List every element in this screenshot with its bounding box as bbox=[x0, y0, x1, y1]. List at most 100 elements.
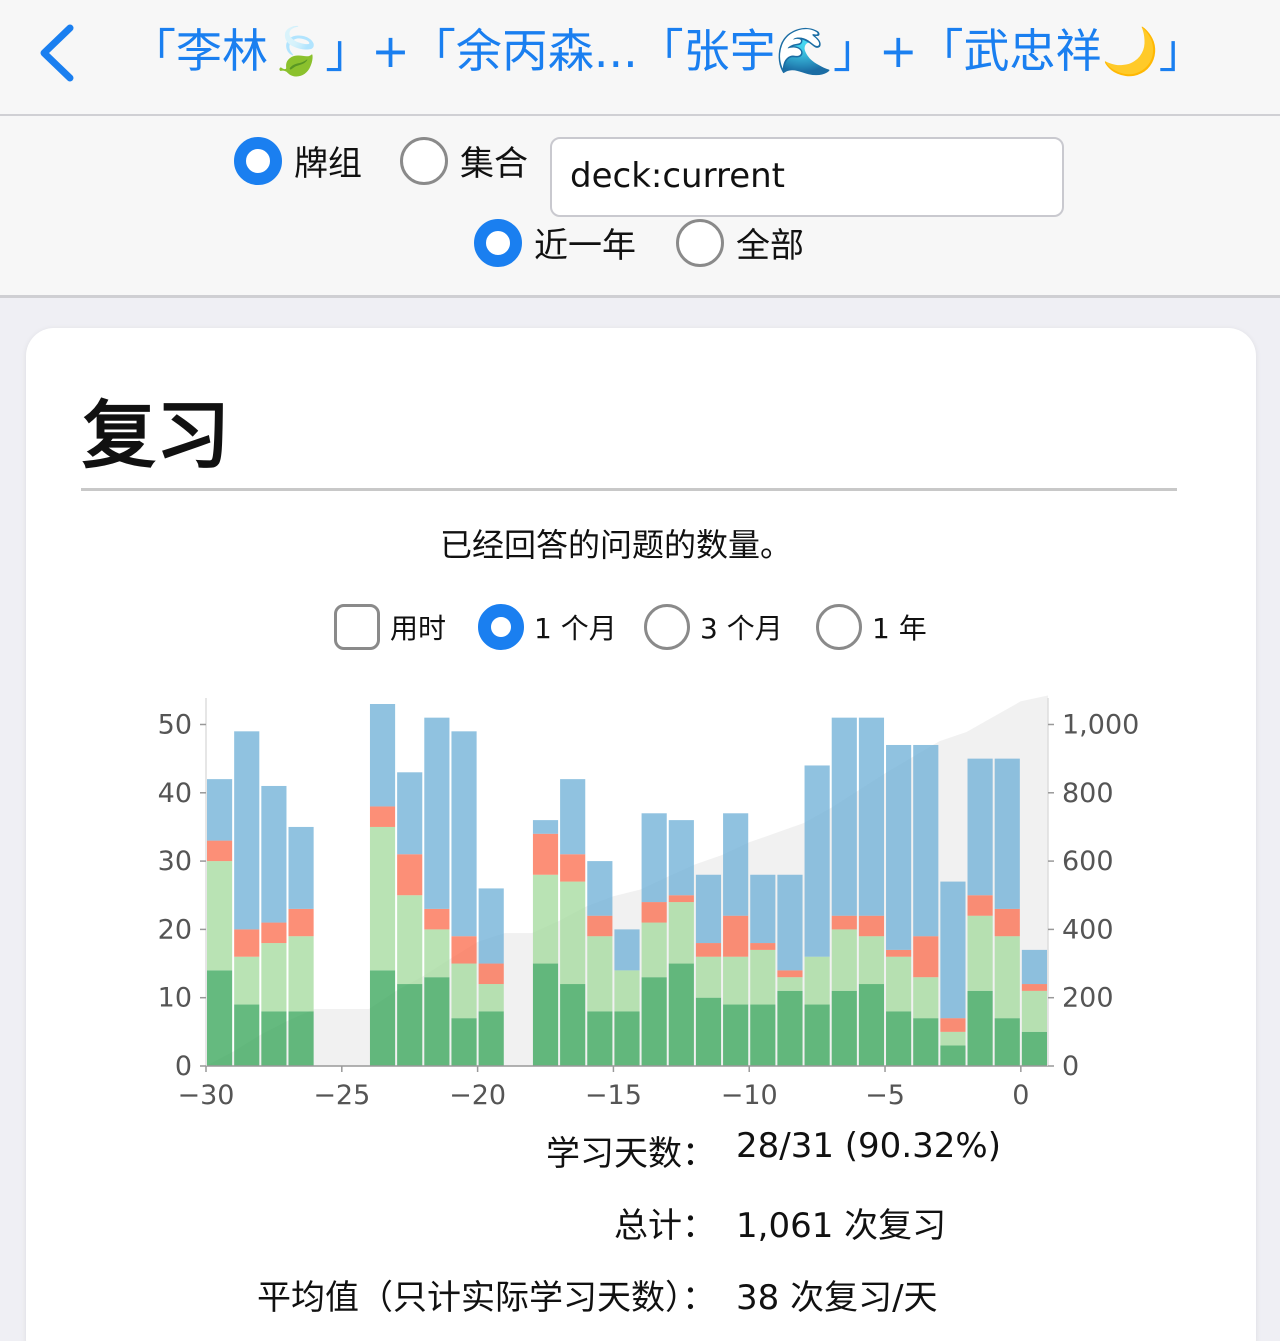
bar-segment-mature bbox=[424, 977, 450, 1066]
bar-segment-learn bbox=[587, 861, 613, 916]
bar-segment-young bbox=[397, 895, 423, 985]
bar-segment-relearn bbox=[913, 936, 939, 978]
bar-segment-mature bbox=[560, 984, 586, 1066]
bar-segment-relearn bbox=[532, 833, 559, 875]
bar-segment-learn bbox=[451, 731, 477, 937]
bar-segment-young bbox=[288, 936, 314, 1012]
bar-segment-mature bbox=[614, 1011, 640, 1066]
bar-segment-learn bbox=[478, 888, 504, 964]
bar-segment-relearn bbox=[967, 895, 993, 916]
bar-segment-mature bbox=[451, 1018, 477, 1066]
bar-segment-relearn bbox=[424, 908, 450, 930]
x-tick-label: −20 bbox=[449, 1080, 506, 1111]
bar-segment-young bbox=[804, 956, 830, 1005]
x-tick-label: −25 bbox=[313, 1080, 370, 1111]
radio-deck[interactable]: 牌组 bbox=[234, 136, 362, 185]
radio-circle bbox=[474, 218, 522, 267]
bar-segment-learn bbox=[913, 744, 939, 937]
bar-segment-learn bbox=[886, 744, 912, 950]
radio-collection[interactable]: 集合 bbox=[400, 136, 528, 185]
bar-segment-mature bbox=[723, 1004, 749, 1066]
radio-all[interactable]: 全部 bbox=[676, 218, 804, 267]
bar-segment-mature bbox=[288, 1011, 314, 1066]
bar-segment-learn bbox=[532, 820, 559, 834]
bar-segment-mature bbox=[777, 990, 803, 1066]
bar-segment-learn bbox=[831, 717, 857, 916]
bar-segment-mature bbox=[397, 984, 423, 1066]
bar-segment-learn bbox=[967, 758, 993, 896]
radio-last-year-label: 近一年 bbox=[534, 226, 636, 266]
bar-segment-relearn bbox=[886, 949, 912, 957]
bar-segment-relearn bbox=[234, 929, 260, 957]
bar-segment-mature bbox=[967, 990, 993, 1066]
bar-segment-relearn bbox=[723, 915, 749, 957]
y-right-tick-label: 200 bbox=[1062, 983, 1114, 1014]
radio-circle bbox=[400, 136, 448, 185]
bar-segment-learn bbox=[858, 717, 885, 916]
y-left-tick-label: 40 bbox=[158, 778, 192, 809]
bar-segment-mature bbox=[913, 1018, 939, 1066]
bar-segment-mature bbox=[695, 997, 722, 1066]
bar-segment-mature bbox=[369, 970, 396, 1066]
y-left-tick-label: 20 bbox=[158, 914, 192, 945]
bar-segment-relearn bbox=[750, 943, 776, 950]
bar-segment-young bbox=[451, 963, 477, 1019]
bar-segment-young bbox=[614, 970, 640, 1012]
back-button[interactable] bbox=[34, 20, 84, 86]
bar-segment-young bbox=[478, 984, 504, 1012]
x-tick-label: −30 bbox=[178, 1080, 235, 1111]
bar-segment-mature bbox=[804, 1004, 830, 1066]
bar-segment-learn bbox=[288, 826, 314, 909]
bar-segment-mature bbox=[207, 970, 233, 1066]
bar-segment-learn bbox=[750, 874, 776, 944]
y-right-tick-label: 1,000 bbox=[1062, 709, 1139, 740]
stat-label-total: 总计： bbox=[614, 1206, 716, 1246]
bar-segment-mature bbox=[587, 1011, 613, 1066]
bar-segment-young bbox=[777, 977, 803, 991]
bar-segment-young bbox=[560, 881, 586, 985]
bar-segment-relearn bbox=[587, 915, 613, 937]
bar-segment-young bbox=[831, 929, 857, 991]
bar-segment-learn bbox=[994, 758, 1020, 909]
stat-label-study-days: 学习天数： bbox=[546, 1134, 716, 1174]
bar-segment-relearn bbox=[940, 1018, 966, 1032]
radio-last-year[interactable]: 近一年 bbox=[474, 218, 636, 267]
bar-segment-young bbox=[207, 861, 233, 971]
bar-segment-young bbox=[750, 949, 776, 1005]
radio-collection-label: 集合 bbox=[460, 144, 528, 184]
radio-all-label: 全部 bbox=[736, 226, 804, 266]
bar-segment-relearn bbox=[207, 840, 233, 862]
bar-segment-mature bbox=[641, 977, 667, 1066]
reviews-card: 复习 已经回答的问题的数量。 用时 1 个月 3 个月 1 年 0 10 20 30 4… bbox=[26, 328, 1256, 1341]
bar-segment-learn bbox=[614, 929, 640, 971]
bar-segment-learn bbox=[668, 820, 694, 896]
bar-segment-young bbox=[234, 956, 260, 1005]
stat-value-study-days: 28/31 (90.32%) bbox=[736, 1126, 1001, 1166]
bar-segment-mature bbox=[261, 1011, 287, 1066]
bar-segment-relearn bbox=[397, 854, 423, 896]
search-input[interactable]: deck:current bbox=[550, 137, 1064, 217]
bar-segment-learn bbox=[1021, 949, 1047, 985]
y-right-tick-label: 800 bbox=[1062, 778, 1114, 809]
bar-segment-relearn bbox=[641, 902, 667, 923]
bar-segment-mature bbox=[940, 1045, 966, 1066]
bar-segment-mature bbox=[994, 1018, 1020, 1066]
bar-segment-young bbox=[967, 915, 993, 991]
bar-segment-learn bbox=[424, 717, 450, 909]
bar-segment-relearn bbox=[369, 806, 396, 827]
bar-segment-young bbox=[886, 956, 912, 1012]
bar-segment-young bbox=[532, 874, 559, 964]
bar-segment-learn bbox=[641, 813, 667, 903]
y-right-tick-label: 600 bbox=[1062, 846, 1114, 877]
y-left-tick-label: 50 bbox=[158, 709, 192, 740]
radio-circle bbox=[234, 136, 282, 185]
bar-segment-young bbox=[424, 929, 450, 978]
stat-value-average: 38 次复习/天 bbox=[736, 1278, 938, 1318]
x-tick-label: 0 bbox=[1012, 1080, 1029, 1111]
bar-segment-young bbox=[695, 956, 722, 998]
bar-segment-learn bbox=[723, 813, 749, 916]
y-left-tick-label: 10 bbox=[158, 983, 192, 1014]
bar-segment-young bbox=[641, 922, 667, 978]
bar-segment-mature bbox=[750, 1004, 776, 1066]
bar-segment-mature bbox=[234, 1004, 260, 1066]
